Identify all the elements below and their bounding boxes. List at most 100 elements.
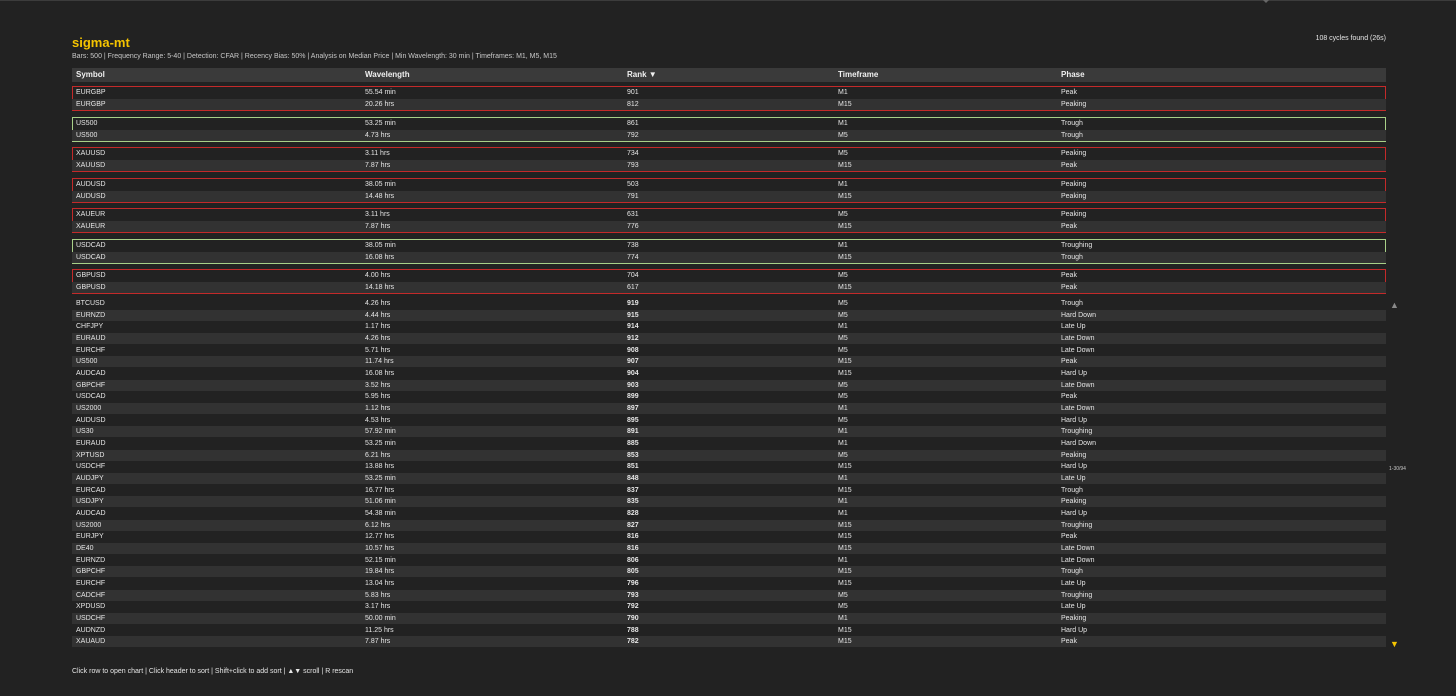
table-row[interactable]: EURAUD 4.26 hrs 912 M5 Late Down bbox=[72, 333, 1386, 344]
cell-wavelength: 12.77 hrs bbox=[365, 533, 395, 541]
cell-timeframe: M1 bbox=[838, 323, 848, 331]
cell-rank: 793 bbox=[627, 162, 639, 169]
cell-timeframe: M1 bbox=[838, 180, 848, 188]
table-row[interactable]: CHFJPY 1.17 hrs 914 M1 Late Up bbox=[72, 321, 1386, 332]
cell-wavelength: 13.04 hrs bbox=[365, 580, 395, 588]
cell-wavelength: 3.11 hrs bbox=[365, 211, 390, 218]
cell-timeframe: M15 bbox=[838, 545, 852, 553]
cell-wavelength: 50.00 min bbox=[365, 615, 396, 623]
cell-timeframe: M15 bbox=[838, 626, 852, 634]
table-row[interactable]: GBPUSD 4.00 hrs 704 M5 Peak bbox=[72, 270, 1386, 281]
table-row[interactable]: USDJPY 51.06 min 835 M1 Peaking bbox=[72, 496, 1386, 508]
table-row[interactable]: EURCHF 13.04 hrs 796 M15 Late Up bbox=[72, 578, 1386, 589]
cell-wavelength: 51.06 min bbox=[365, 498, 396, 506]
cell-symbol: EURNZD bbox=[76, 311, 106, 319]
table-row[interactable]: AUDUSD 4.53 hrs 895 M5 Hard Up bbox=[72, 415, 1386, 426]
cell-wavelength: 4.26 hrs bbox=[365, 335, 391, 342]
table-row[interactable]: EURCHF 5.71 hrs 908 M5 Late Down bbox=[72, 345, 1386, 356]
cell-wavelength: 53.25 min bbox=[365, 475, 396, 483]
table-row[interactable]: DE40 10.57 hrs 816 M15 Late Down bbox=[72, 543, 1386, 555]
scroll-down-icon[interactable]: ▼ bbox=[1390, 639, 1399, 649]
table-row[interactable]: GBPCHF 19.84 hrs 805 M15 Trough bbox=[72, 566, 1386, 578]
cell-wavelength: 4.44 hrs bbox=[365, 311, 391, 319]
table-row[interactable]: EURGBP 20.26 hrs 812 M15 Peaking bbox=[72, 99, 1386, 110]
table-row[interactable]: XPTUSD 6.21 hrs 853 M5 Peaking bbox=[72, 449, 1386, 461]
cell-wavelength: 53.25 min bbox=[365, 440, 396, 448]
cell-rank: 904 bbox=[627, 370, 639, 378]
cell-wavelength: 14.48 hrs bbox=[365, 192, 395, 200]
table-row[interactable]: AUDCAD 16.08 hrs 904 M15 Hard Up bbox=[72, 368, 1386, 379]
table-row[interactable]: EURNZD 52.15 min 806 M1 Late Down bbox=[72, 555, 1386, 566]
header-wavelength[interactable]: Wavelength bbox=[365, 68, 410, 82]
help-bar: Click row to open chart | Click header t… bbox=[72, 668, 354, 675]
cell-phase: Late Down bbox=[1061, 556, 1095, 564]
cell-timeframe: M15 bbox=[838, 370, 852, 378]
cell-symbol: EURAUD bbox=[76, 440, 106, 448]
table-row[interactable]: US500 53.25 min 861 M1 Trough bbox=[72, 118, 1386, 129]
cell-timeframe: M15 bbox=[838, 521, 852, 529]
table-row[interactable]: AUDUSD 38.05 min 503 M1 Peaking bbox=[72, 179, 1386, 190]
table-row[interactable]: AUDCAD 54.38 min 828 M1 Hard Up bbox=[72, 508, 1386, 519]
cell-symbol: AUDNZD bbox=[76, 626, 106, 634]
table-row[interactable]: EURNZD 4.44 hrs 915 M5 Hard Down bbox=[72, 309, 1386, 321]
table-row[interactable]: US2000 1.12 hrs 897 M1 Late Down bbox=[72, 403, 1386, 415]
cell-symbol: GBPCHF bbox=[76, 381, 106, 389]
table-row[interactable]: USDCHF 50.00 min 790 M1 Peaking bbox=[72, 613, 1386, 625]
cell-phase: Peaking bbox=[1061, 150, 1087, 157]
table-row[interactable]: USDCAD 16.08 hrs 774 M15 Trough bbox=[72, 251, 1386, 263]
table-row[interactable]: US30 57.92 min 891 M1 Troughing bbox=[72, 426, 1386, 438]
cell-rank: 617 bbox=[627, 284, 639, 291]
cell-phase: Late Up bbox=[1061, 603, 1086, 611]
table-row[interactable]: US500 11.74 hrs 907 M15 Peak bbox=[72, 356, 1386, 368]
table-row[interactable]: GBPUSD 14.18 hrs 617 M15 Peak bbox=[72, 282, 1386, 293]
table-row[interactable]: US500 4.73 hrs 792 M5 Trough bbox=[72, 129, 1386, 141]
cell-phase: Troughing bbox=[1061, 591, 1093, 599]
table-row[interactable]: AUDUSD 14.48 hrs 791 M15 Peaking bbox=[72, 190, 1386, 202]
cell-rank: 827 bbox=[627, 521, 639, 529]
table-row[interactable]: XAUAUD 7.87 hrs 782 M15 Peak bbox=[72, 636, 1386, 648]
cell-timeframe: M5 bbox=[838, 416, 848, 424]
cell-wavelength: 6.21 hrs bbox=[365, 451, 391, 459]
cell-timeframe: M15 bbox=[838, 533, 852, 541]
table-row[interactable]: AUDJPY 53.25 min 848 M1 Late Up bbox=[72, 473, 1386, 485]
cell-timeframe: M5 bbox=[838, 381, 848, 389]
table-row[interactable]: CADCHF 5.83 hrs 793 M5 Troughing bbox=[72, 589, 1386, 601]
cell-phase: Trough bbox=[1061, 131, 1083, 139]
table-row[interactable]: XPDUSD 3.17 hrs 792 M5 Late Up bbox=[72, 601, 1386, 612]
table-row[interactable]: XAUEUR 7.87 hrs 776 M15 Peak bbox=[72, 221, 1386, 232]
scroll-up-icon[interactable]: ▲ bbox=[1390, 300, 1399, 310]
cell-rank: 835 bbox=[627, 498, 639, 506]
table-row[interactable]: EURAUD 53.25 min 885 M1 Hard Down bbox=[72, 438, 1386, 449]
cell-rank: 796 bbox=[627, 580, 639, 588]
cell-symbol: GBPCHF bbox=[76, 568, 106, 576]
cell-rank: 790 bbox=[627, 615, 639, 623]
table-header: Symbol Wavelength Rank ▼ Timeframe Phase bbox=[72, 68, 1386, 82]
table-row[interactable]: USDCAD 38.05 min 738 M1 Troughing bbox=[72, 240, 1386, 251]
cell-wavelength: 4.73 hrs bbox=[365, 131, 391, 139]
table-row[interactable]: USDCHF 13.88 hrs 851 M15 Hard Up bbox=[72, 461, 1386, 472]
table-row[interactable]: GBPCHF 3.52 hrs 903 M5 Late Down bbox=[72, 379, 1386, 391]
table-row[interactable]: AUDNZD 11.25 hrs 788 M15 Hard Up bbox=[72, 625, 1386, 636]
table-row[interactable]: US2000 6.12 hrs 827 M15 Troughing bbox=[72, 519, 1386, 531]
table-row[interactable]: EURJPY 12.77 hrs 816 M15 Peak bbox=[72, 531, 1386, 542]
table-row[interactable]: BTCUSD 4.26 hrs 919 M5 Trough bbox=[72, 298, 1386, 309]
header-rank[interactable]: Rank ▼ bbox=[627, 68, 657, 82]
header-timeframe[interactable]: Timeframe bbox=[838, 68, 878, 82]
cell-symbol: AUDUSD bbox=[76, 192, 106, 200]
cell-wavelength: 11.74 hrs bbox=[365, 358, 394, 366]
header-phase[interactable]: Phase bbox=[1061, 68, 1085, 82]
table-row[interactable]: EURCAD 16.77 hrs 837 M15 Trough bbox=[72, 485, 1386, 496]
cell-timeframe: M1 bbox=[838, 405, 848, 413]
table-row[interactable]: XAUUSD 7.87 hrs 793 M15 Peak bbox=[72, 160, 1386, 171]
cell-symbol: US30 bbox=[76, 428, 94, 436]
table-row[interactable]: USDCAD 5.95 hrs 899 M5 Peak bbox=[72, 391, 1386, 402]
table-row[interactable]: XAUUSD 3.11 hrs 734 M5 Peaking bbox=[72, 148, 1386, 159]
cell-symbol: GBPUSD bbox=[76, 284, 106, 291]
header-symbol[interactable]: Symbol bbox=[76, 68, 105, 82]
cell-symbol: DE40 bbox=[76, 545, 94, 553]
cell-phase: Late Down bbox=[1061, 381, 1095, 389]
table-row[interactable]: EURGBP 55.54 min 901 M1 Peak bbox=[72, 87, 1386, 98]
cell-phase: Hard Down bbox=[1061, 311, 1097, 319]
table-row[interactable]: XAUEUR 3.11 hrs 631 M5 Peaking bbox=[72, 209, 1386, 220]
cell-rank: 912 bbox=[627, 335, 639, 342]
